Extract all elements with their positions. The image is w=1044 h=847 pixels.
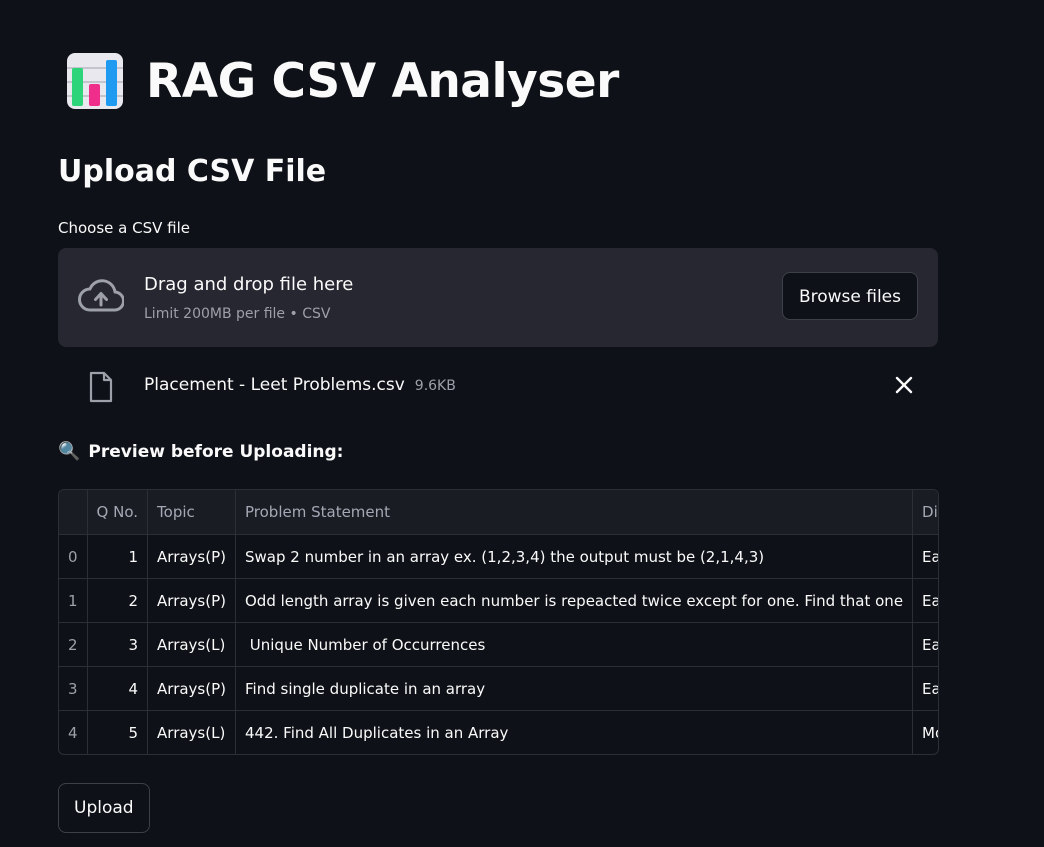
table-row: 1 2 Arrays(P) Odd length array is given … bbox=[59, 578, 938, 623]
column-header-qno[interactable]: Q No. bbox=[87, 490, 149, 535]
remove-file-icon[interactable] bbox=[892, 373, 916, 397]
preview-table: Q No. Topic Problem Statement Diffi 0 1 … bbox=[59, 490, 938, 754]
magnifier-icon: 🔍 bbox=[58, 441, 81, 462]
cloud-upload-icon bbox=[78, 279, 124, 312]
cell-qno[interactable]: 4 bbox=[87, 666, 149, 711]
cell-difficulty[interactable]: Easy bbox=[912, 666, 938, 711]
row-index[interactable]: 0 bbox=[59, 534, 88, 579]
table-row: 3 4 Arrays(P) Find single duplicate in a… bbox=[59, 666, 938, 711]
column-header-problem-statement[interactable]: Problem Statement bbox=[235, 490, 914, 535]
cell-difficulty[interactable]: Easy bbox=[912, 534, 938, 579]
preview-dataframe[interactable]: Q No. Topic Problem Statement Diffi 0 1 … bbox=[58, 489, 939, 755]
row-index[interactable]: 4 bbox=[59, 710, 88, 754]
preview-heading: 🔍 Preview before Uploading: bbox=[58, 441, 343, 462]
cell-difficulty[interactable]: Easy bbox=[912, 622, 938, 667]
uploaded-file-row: Placement - Leet Problems.csv 9.6KB bbox=[58, 365, 938, 409]
cell-topic[interactable]: Arrays(P) bbox=[147, 666, 236, 711]
column-header-difficulty[interactable]: Diffi bbox=[912, 490, 938, 535]
table-header-row: Q No. Topic Problem Statement Diffi bbox=[59, 490, 938, 535]
cell-qno[interactable]: 2 bbox=[87, 578, 149, 623]
app-header: RAG CSV Analyser bbox=[66, 52, 619, 110]
row-index[interactable]: 1 bbox=[59, 578, 88, 623]
cell-difficulty[interactable]: Easy bbox=[912, 578, 938, 623]
cell-qno[interactable]: 5 bbox=[87, 710, 149, 754]
row-index[interactable]: 3 bbox=[59, 666, 88, 711]
table-row: 2 3 Arrays(L) Unique Number of Occurrenc… bbox=[59, 622, 938, 667]
preview-heading-text: Preview before Uploading: bbox=[88, 441, 344, 462]
cell-qno[interactable]: 3 bbox=[87, 622, 149, 667]
cell-problem-statement[interactable]: Swap 2 number in an array ex. (1,2,3,4) … bbox=[235, 534, 914, 579]
cell-problem-statement[interactable]: Odd length array is given each number is… bbox=[235, 578, 914, 623]
browse-files-button[interactable]: Browse files bbox=[781, 272, 918, 320]
dropzone-limit-text: Limit 200MB per file • CSV bbox=[144, 306, 331, 322]
table-row: 0 1 Arrays(P) Swap 2 number in an array … bbox=[59, 534, 938, 579]
uploaded-file-name: Placement - Leet Problems.csv 9.6KB bbox=[144, 375, 456, 395]
table-row: 4 5 Arrays(L) 442. Find All Duplicates i… bbox=[59, 710, 938, 754]
cell-problem-statement[interactable]: Unique Number of Occurrences bbox=[235, 622, 914, 667]
column-header-index[interactable] bbox=[59, 490, 88, 535]
cell-problem-statement[interactable]: Find single duplicate in an array bbox=[235, 666, 914, 711]
upload-button[interactable]: Upload bbox=[58, 783, 150, 833]
row-index[interactable]: 2 bbox=[59, 622, 88, 667]
cell-topic[interactable]: Arrays(L) bbox=[147, 622, 236, 667]
cell-problem-statement[interactable]: 442. Find All Duplicates in an Array bbox=[235, 710, 914, 754]
section-title: Upload CSV File bbox=[58, 154, 327, 189]
bar-chart-icon bbox=[67, 53, 123, 109]
file-name-text: Placement - Leet Problems.csv bbox=[144, 375, 405, 395]
cell-topic[interactable]: Arrays(P) bbox=[147, 578, 236, 623]
dropzone-instructions: Drag and drop file here bbox=[144, 274, 354, 295]
column-header-topic[interactable]: Topic bbox=[147, 490, 236, 535]
cell-topic[interactable]: Arrays(P) bbox=[147, 534, 236, 579]
app-title: RAG CSV Analyser bbox=[146, 53, 619, 109]
file-size: 9.6KB bbox=[414, 378, 456, 394]
file-icon bbox=[89, 371, 113, 403]
cell-qno[interactable]: 1 bbox=[87, 534, 149, 579]
cell-topic[interactable]: Arrays(L) bbox=[147, 710, 236, 754]
file-dropzone[interactable]: Drag and drop file here Limit 200MB per … bbox=[58, 248, 938, 347]
file-uploader-label: Choose a CSV file bbox=[58, 219, 190, 237]
cell-difficulty[interactable]: Moderate bbox=[912, 710, 938, 754]
